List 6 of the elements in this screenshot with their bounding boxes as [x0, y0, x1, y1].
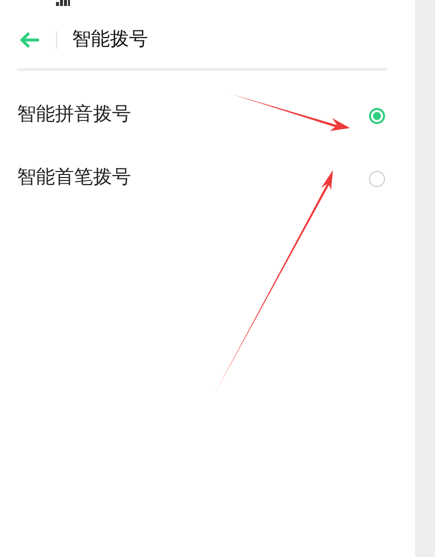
- option-label: 智能首笔拨号: [17, 166, 131, 190]
- radio-button[interactable]: [369, 170, 385, 186]
- option-label: 智能拼音拨号: [17, 103, 131, 128]
- back-icon[interactable]: [19, 32, 39, 48]
- radio-button[interactable]: [369, 108, 385, 124]
- page-title: 智能拨号: [72, 28, 148, 52]
